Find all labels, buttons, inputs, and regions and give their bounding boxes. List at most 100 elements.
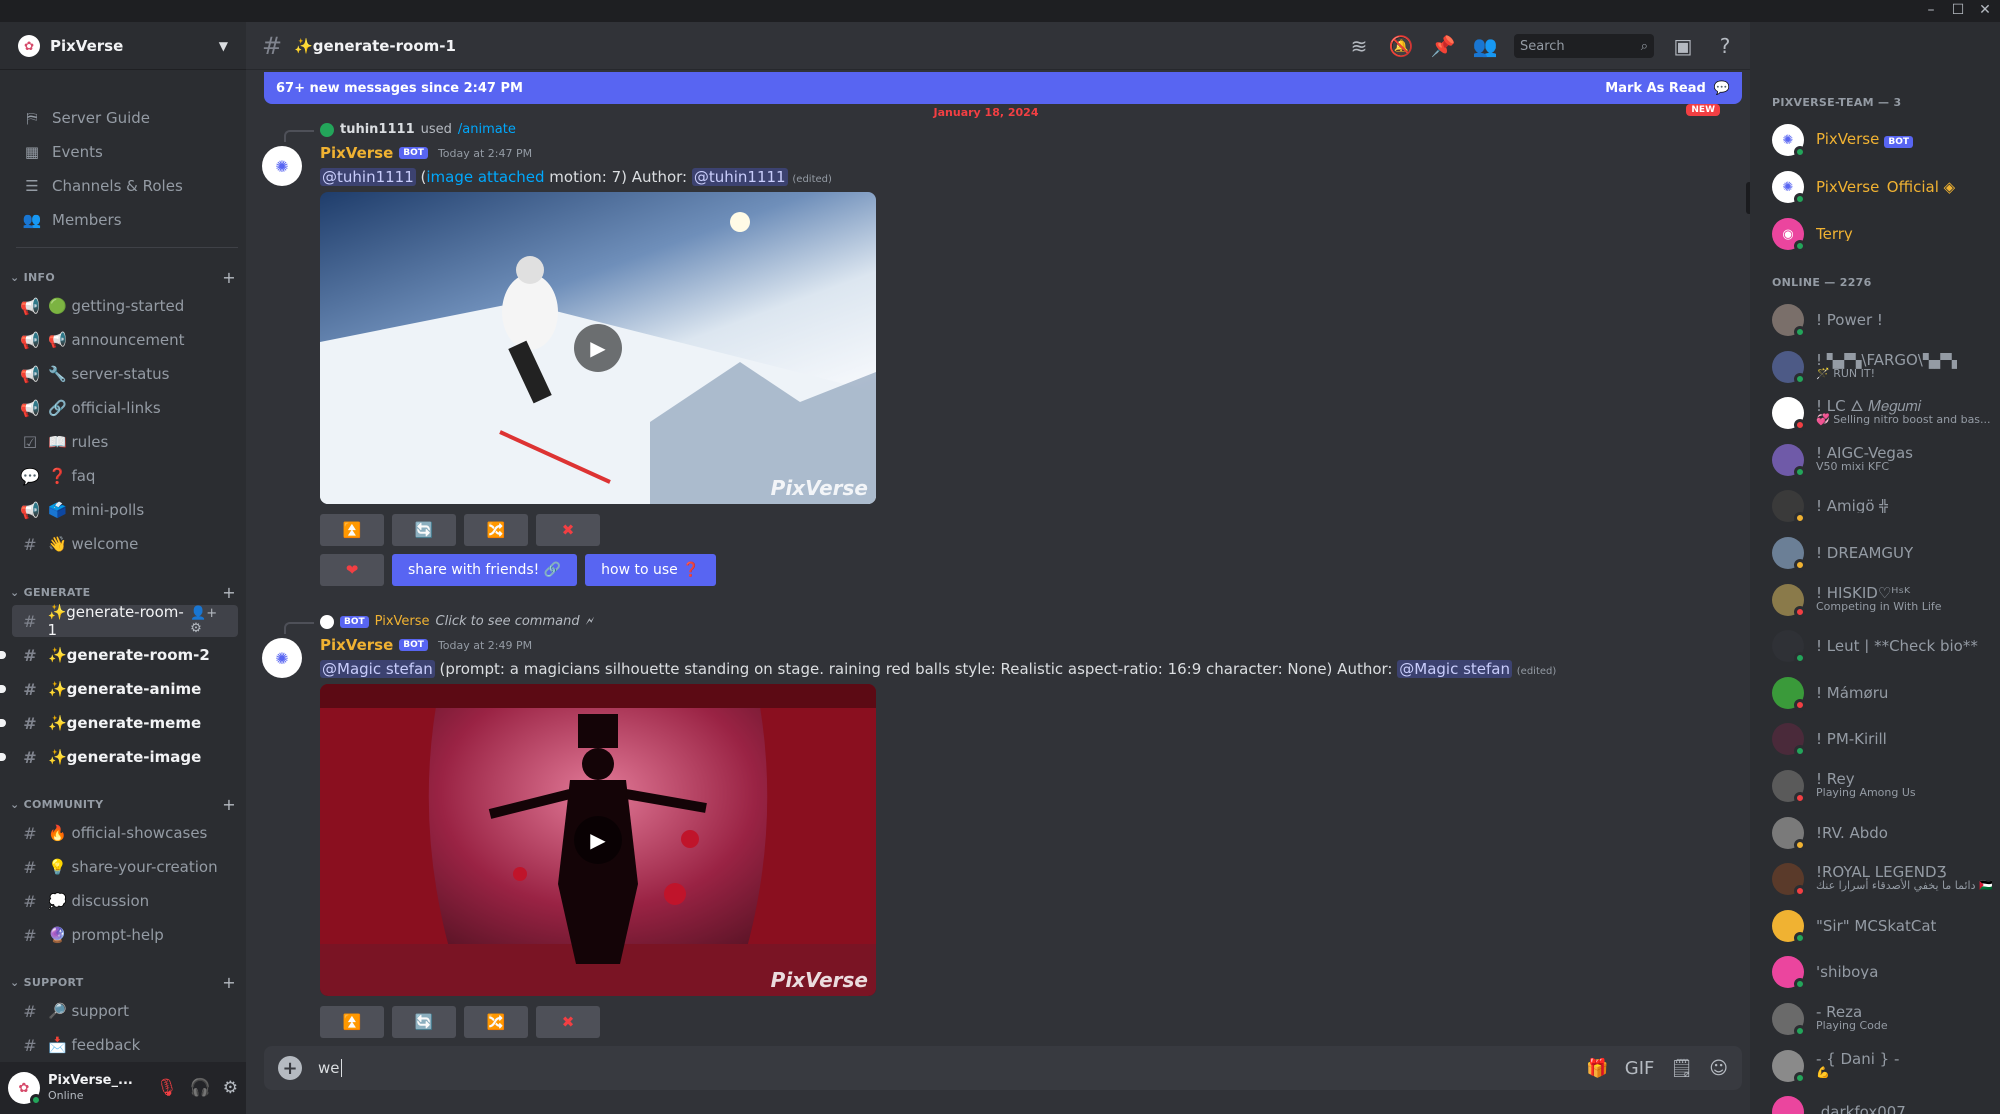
retry-button[interactable]: 🔄 xyxy=(392,1006,456,1038)
category-info[interactable]: ⌄ INFO + xyxy=(10,267,236,287)
nav-events[interactable]: ▦ Events xyxy=(16,136,238,168)
channel-feedback[interactable]: # 📩 feedback xyxy=(12,1029,238,1061)
nav-server-guide[interactable]: ⛿ Server Guide xyxy=(16,102,238,134)
user-mention[interactable]: @tuhin1111 xyxy=(320,168,416,186)
category-community[interactable]: ⌄ COMMUNITY + xyxy=(10,794,236,814)
member-row[interactable]: ✺ PixVerse BOT xyxy=(1772,118,1992,162)
variation-button[interactable]: 🔀 xyxy=(464,514,528,546)
emoji-icon[interactable]: ☺ xyxy=(1709,1058,1728,1079)
retry-button[interactable]: 🔄 xyxy=(392,514,456,546)
member-row[interactable]: ! Amigö ╬ xyxy=(1772,484,1992,528)
minimize-icon[interactable]: – xyxy=(1920,0,1942,22)
channel-faq[interactable]: 💬 ❓ faq xyxy=(12,460,238,492)
see-command-link[interactable]: Click to see command xyxy=(436,614,580,629)
reply-command[interactable]: /animate xyxy=(458,122,516,137)
threads-icon[interactable]: ≋ xyxy=(1346,34,1372,58)
user-mention[interactable]: @Magic stefan xyxy=(320,660,435,678)
member-row[interactable]: ◉ Terry xyxy=(1772,212,1992,256)
sticker-icon[interactable]: 🗒 xyxy=(1670,1058,1693,1079)
server-header[interactable]: ✿ PixVerse ▼ xyxy=(0,22,246,70)
member-row[interactable]: !RV. Abdo xyxy=(1772,811,1992,855)
channel-settings-icons[interactable]: 👤+ ⚙ xyxy=(190,606,238,636)
channel-prompt-help[interactable]: # 🔮 prompt-help xyxy=(12,919,238,951)
gift-icon[interactable]: 🎁 xyxy=(1586,1058,1608,1079)
avatar[interactable]: ✺ xyxy=(262,146,302,186)
help-icon[interactable]: ? xyxy=(1712,34,1738,58)
reply-reference[interactable]: BOT PixVerse Click to see command 🗲 xyxy=(284,614,594,634)
like-button[interactable]: ❤ xyxy=(320,554,384,586)
channel-generate-meme[interactable]: # ✨generate-meme xyxy=(0,707,238,739)
close-icon[interactable]: ✕ xyxy=(1974,0,1996,22)
variation-button[interactable]: 🔀 xyxy=(464,1006,528,1038)
member-row[interactable]: ! Mámøru xyxy=(1772,671,1992,715)
add-channel-icon[interactable]: + xyxy=(222,973,236,992)
channel-generate-room-1[interactable]: # ✨generate-room-1 👤+ ⚙ xyxy=(12,603,238,639)
gear-icon[interactable]: ⚙ xyxy=(223,1078,238,1098)
member-row[interactable]: ! HISKID♡ᴴˢᴷ Competing in With Life xyxy=(1772,578,1992,622)
member-row[interactable]: ! Rey Playing Among Us xyxy=(1772,764,1992,808)
member-row[interactable]: - Reza Playing Code xyxy=(1772,997,1992,1041)
add-channel-icon[interactable]: + xyxy=(222,583,236,602)
upscale-button[interactable]: ⏫ xyxy=(320,1006,384,1038)
nav-members[interactable]: 👥 Members xyxy=(16,204,238,236)
member-list-icon[interactable]: 👥 xyxy=(1472,34,1498,58)
gif-icon[interactable]: GIF xyxy=(1625,1058,1655,1079)
member-row[interactable]: .darkfox007 xyxy=(1772,1090,1992,1114)
member-row[interactable]: ! ▚▞▚\FARGO\▚▞▚ 🪄 RUN IT! xyxy=(1772,345,1992,389)
message-input[interactable]: we xyxy=(318,1059,342,1077)
member-row[interactable]: ✺ PixVerse_Official ◈ xyxy=(1772,165,1992,209)
pin-icon[interactable]: 📌 xyxy=(1430,34,1456,58)
message-composer[interactable]: + we 🎁 GIF 🗒 ☺ xyxy=(264,1046,1742,1090)
attachment-link[interactable]: image attached xyxy=(426,168,544,186)
member-row[interactable]: 'shiboya xyxy=(1772,950,1992,994)
play-icon[interactable]: ▶ xyxy=(574,324,622,372)
search-input[interactable]: Search ⌕ xyxy=(1514,34,1654,58)
channel-welcome[interactable]: # 👋 welcome xyxy=(12,528,238,560)
channel-rules[interactable]: ☑ 📖 rules xyxy=(12,426,238,458)
user-names[interactable]: PixVerse_... Online xyxy=(48,1073,133,1103)
share-with-friends-button[interactable]: share with friends! 🔗 xyxy=(392,554,578,586)
deafen-icon[interactable]: 🎧 xyxy=(190,1078,211,1098)
author-name[interactable]: PixVerse xyxy=(320,636,393,654)
new-messages-banner[interactable]: 67+ new messages since 2:47 PM Mark As R… xyxy=(264,72,1742,104)
reply-reference[interactable]: tuhin1111 used /animate xyxy=(284,122,516,142)
category-support[interactable]: ⌄ SUPPORT + xyxy=(10,972,236,992)
how-to-use-button[interactable]: how to use ❓ xyxy=(585,554,716,586)
channel-server-status[interactable]: 📢 🔧 server-status xyxy=(12,358,238,390)
channel-generate-image[interactable]: # ✨generate-image xyxy=(0,741,238,773)
member-row[interactable]: !ROYAL LEGENDƷ دائما ما يخفي الأصدقاء أسر… xyxy=(1772,857,1992,901)
channel-support[interactable]: # 🔎 support xyxy=(12,995,238,1027)
channel-share-your-creation[interactable]: # 💡 share-your-creation xyxy=(12,851,238,883)
channel-getting-started[interactable]: 📢 🟢 getting-started xyxy=(12,290,238,322)
channel-official-showcases[interactable]: # 🔥 official-showcases xyxy=(12,817,238,849)
member-row[interactable]: ! PM-Kirill xyxy=(1772,717,1992,761)
channel-generate-anime[interactable]: # ✨generate-anime xyxy=(0,673,238,705)
member-row[interactable]: - { Dani } - 💪 xyxy=(1772,1044,1992,1088)
channel-generate-room-2[interactable]: # ✨generate-room-2 xyxy=(0,639,238,671)
category-generate[interactable]: ⌄ GENERATE + xyxy=(10,582,236,602)
channel-discussion[interactable]: # 💭 discussion xyxy=(12,885,238,917)
skier-video[interactable]: ▶ PixVerse xyxy=(320,192,876,504)
member-row[interactable]: ! LC 🜂 𝑀𝑒𝑔𝑢𝑚𝑖 💞 Selling nitro boost and b… xyxy=(1772,391,1992,435)
nav-channels-roles[interactable]: ☰ Channels & Roles xyxy=(16,170,238,202)
inbox-icon[interactable]: ▣ xyxy=(1670,34,1696,58)
member-row[interactable]: ! AIGC-Vegas V50 mixi KFC xyxy=(1772,438,1992,482)
delete-button[interactable]: ✖ xyxy=(536,1006,600,1038)
mark-as-read-button[interactable]: Mark As Read 💬 xyxy=(1605,81,1730,96)
magician-video[interactable]: ▶ PixVerse xyxy=(320,684,876,996)
play-icon[interactable]: ▶ xyxy=(574,816,622,864)
notification-muted-icon[interactable]: 🔕 xyxy=(1388,34,1414,58)
add-attachment-icon[interactable]: + xyxy=(278,1056,302,1080)
maximize-icon[interactable]: ☐ xyxy=(1947,0,1969,22)
avatar[interactable]: ✺ xyxy=(262,638,302,678)
delete-button[interactable]: ✖ xyxy=(536,514,600,546)
author-name[interactable]: PixVerse xyxy=(320,144,393,162)
member-row[interactable]: "Sir" MCSkatCat xyxy=(1772,904,1992,948)
member-row[interactable]: ! Leut | **Check bio** xyxy=(1772,624,1992,668)
chevron-down-icon[interactable]: ▼ xyxy=(219,39,228,53)
user-mention[interactable]: @tuhin1111 xyxy=(691,168,788,186)
member-row[interactable]: ! DREAMGUY xyxy=(1772,531,1992,575)
add-channel-icon[interactable]: + xyxy=(222,268,236,287)
channel-official-links[interactable]: 📢 🔗 official-links xyxy=(12,392,238,424)
upscale-button[interactable]: ⏫ xyxy=(320,514,384,546)
